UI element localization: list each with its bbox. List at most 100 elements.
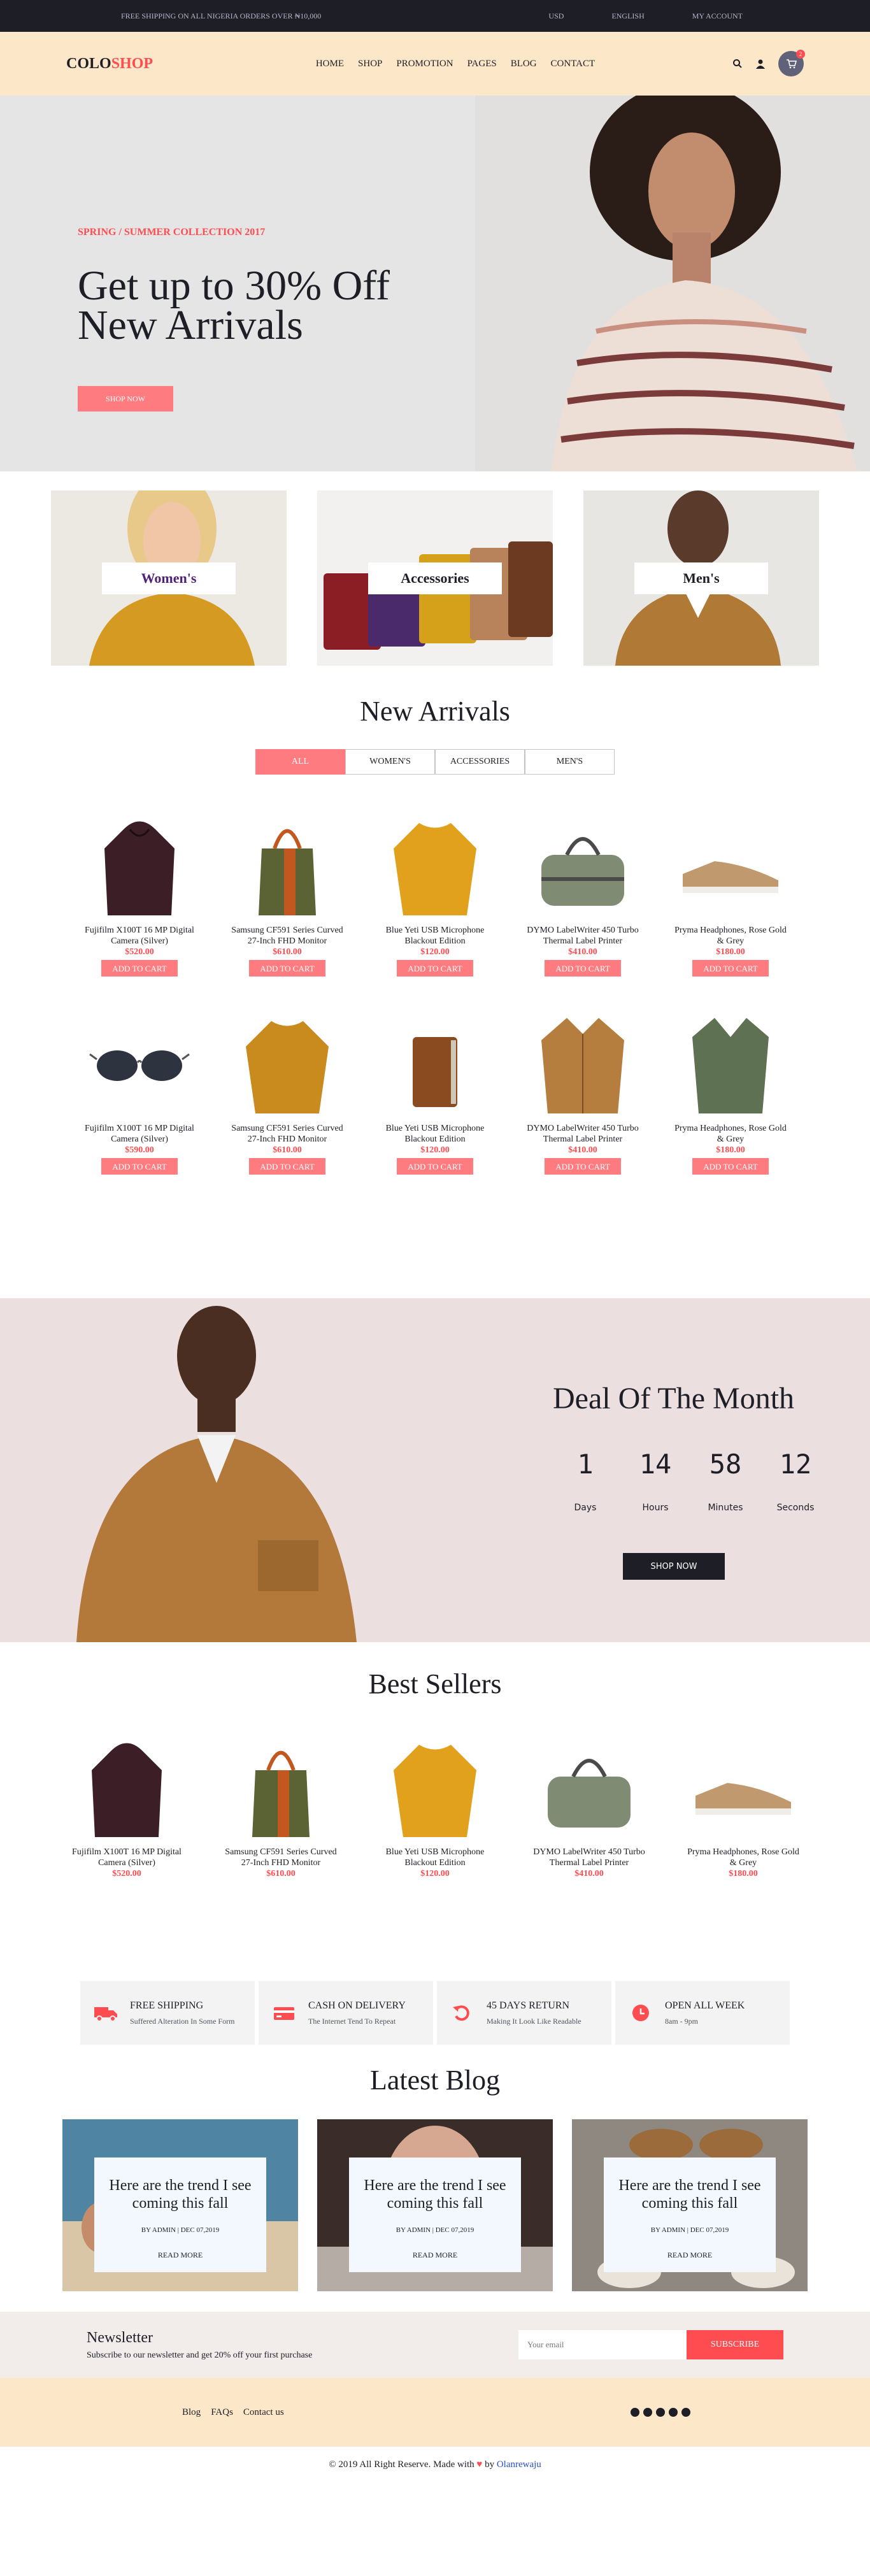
return-icon <box>453 2005 469 2021</box>
deal-shop-now-button[interactable]: SHOP NOW <box>623 1553 725 1580</box>
search-icon[interactable] <box>732 59 743 69</box>
add-to-cart-button[interactable]: ADD TO CART <box>101 1158 178 1175</box>
footer: Blog FAQs Contact us <box>0 2378 870 2447</box>
footer-link-contact[interactable]: Contact us <box>243 2407 284 2418</box>
product-price: $590.00 <box>125 1145 154 1155</box>
timer-hours: 14 Hours <box>620 1449 690 1513</box>
footer-link-faqs[interactable]: FAQs <box>211 2407 233 2418</box>
product-card[interactable]: Samsung CF591 Series Curved 27-Inch FHD … <box>228 1002 346 1175</box>
skype-icon[interactable] <box>669 2408 678 2417</box>
product-price: $520.00 <box>125 947 154 957</box>
tab-mens[interactable]: MEN'S <box>525 749 615 775</box>
product-card[interactable]: Pryma Headphones, Rose Gold & Grey $180.… <box>671 804 790 977</box>
banner-accessories[interactable]: Accessories <box>317 490 553 666</box>
twitter-icon[interactable] <box>643 2408 652 2417</box>
menu-contact[interactable]: CONTACT <box>551 59 595 69</box>
banner-mens[interactable]: Men's <box>583 490 819 666</box>
arrivals-tabs: ALL WOMEN'S ACCESSORIES MEN'S <box>0 749 870 775</box>
hours-label: Hours <box>642 1503 669 1513</box>
product-card[interactable]: Fujifilm X100T 16 MP Digital Camera (Sil… <box>68 1726 186 1879</box>
womens-label: Women's <box>102 562 236 594</box>
product-name: Samsung CF591 Series Curved 27-Inch FHD … <box>231 926 343 946</box>
benefit-item: 45 DAYS RETURN Making It Look Like Readab… <box>437 1981 611 2045</box>
banner-womens[interactable]: Women's <box>51 490 287 666</box>
tab-womens[interactable]: WOMEN'S <box>345 749 435 775</box>
subscribe-button[interactable]: SUBSCRIBE <box>687 2330 783 2359</box>
blog-card[interactable]: Here are the trend I see coming this fal… <box>572 2119 808 2291</box>
product-name: Blue Yeti USB Microphone Blackout Editio… <box>385 926 485 946</box>
product-name: Samsung CF591 Series Curved 27-Inch FHD … <box>231 1124 343 1144</box>
add-to-cart-button[interactable]: ADD TO CART <box>397 960 473 977</box>
product-name: Blue Yeti USB Microphone Blackout Editio… <box>385 1124 485 1144</box>
footer-link-blog[interactable]: Blog <box>182 2407 201 2418</box>
blog-card[interactable]: Here are the trend I see coming this fal… <box>62 2119 298 2291</box>
hero-shop-now-button[interactable]: SHOP NOW <box>78 386 173 411</box>
menu-pages[interactable]: PAGES <box>467 59 497 69</box>
add-to-cart-button[interactable]: ADD TO CART <box>545 960 621 977</box>
duffel-bag-image <box>541 837 624 906</box>
logo-text-b: SHOP <box>111 55 153 72</box>
author-link[interactable]: Olanrewaju <box>497 2459 541 2470</box>
sneaker-image <box>695 1783 791 1815</box>
tab-accessories[interactable]: ACCESSORIES <box>435 749 525 775</box>
sweater-image <box>246 1021 329 1113</box>
top-bar: FREE SHIPPING ON ALL NIGERIA ORDERS OVER… <box>0 0 870 32</box>
card-icon <box>274 2007 294 2020</box>
product-name: Blue Yeti USB Microphone Blackout Editio… <box>385 1847 485 1868</box>
add-to-cart-button[interactable]: ADD TO CART <box>397 1158 473 1175</box>
read-more-link[interactable]: READ MORE <box>94 2250 266 2260</box>
arrivals-row-1: Fujifilm X100T 16 MP Digital Camera (Sil… <box>0 804 870 977</box>
account-link[interactable]: MY ACCOUNT <box>686 11 749 21</box>
menu-blog[interactable]: BLOG <box>511 59 537 69</box>
product-card[interactable]: Pryma Headphones, Rose Gold & Grey $180.… <box>684 1726 802 1879</box>
seconds-label: Seconds <box>776 1503 815 1513</box>
product-price: $520.00 <box>112 1869 141 1878</box>
minutes-value: 58 <box>709 1449 742 1480</box>
bucket-bag-image <box>259 829 316 915</box>
read-more-link[interactable]: READ MORE <box>604 2250 776 2260</box>
currency-selector[interactable]: USD <box>542 11 570 21</box>
add-to-cart-button[interactable]: ADD TO CART <box>249 1158 325 1175</box>
product-card[interactable]: DYMO LabelWriter 450 Turbo Thermal Label… <box>524 1002 642 1175</box>
pinterest-icon[interactable] <box>681 2408 690 2417</box>
product-card[interactable]: Blue Yeti USB Microphone Blackout Editio… <box>376 1726 494 1879</box>
product-card[interactable]: Blue Yeti USB Microphone Blackout Editio… <box>376 1002 494 1175</box>
menu-home[interactable]: HOME <box>316 59 344 69</box>
product-card[interactable]: DYMO LabelWriter 450 Turbo Thermal Label… <box>530 1726 648 1879</box>
language-selector[interactable]: ENGLISH <box>605 11 650 21</box>
category-banners: Women's Accessories Men's <box>0 490 870 666</box>
read-more-link[interactable]: READ MORE <box>349 2250 521 2260</box>
cardigan-image <box>692 1018 769 1113</box>
facebook-icon[interactable] <box>631 2408 639 2417</box>
product-card[interactable]: Fujifilm X100T 16 MP Digital Camera (Sil… <box>80 804 199 977</box>
main-navbar: COLOSHOP HOME SHOP PROMOTION PAGES BLOG … <box>0 32 870 96</box>
add-to-cart-button[interactable]: ADD TO CART <box>101 960 178 977</box>
add-to-cart-button[interactable]: ADD TO CART <box>692 1158 769 1175</box>
tab-all[interactable]: ALL <box>255 749 345 775</box>
blog-card[interactable]: Here are the trend I see coming this fal… <box>317 2119 553 2291</box>
product-card[interactable]: Pryma Headphones, Rose Gold & Grey $180.… <box>671 1002 790 1175</box>
product-card[interactable]: Samsung CF591 Series Curved 27-Inch FHD … <box>228 804 346 977</box>
user-icon[interactable] <box>755 59 766 69</box>
add-to-cart-button[interactable]: ADD TO CART <box>692 960 769 977</box>
product-card[interactable]: DYMO LabelWriter 450 Turbo Thermal Label… <box>524 804 642 977</box>
cart-button[interactable]: 2 <box>778 50 805 76</box>
product-card[interactable]: Blue Yeti USB Microphone Blackout Editio… <box>376 804 494 977</box>
top-bar-right: USD ENGLISH MY ACCOUNT <box>542 11 749 21</box>
instagram-icon[interactable] <box>656 2408 665 2417</box>
benefit-text: Making It Look Like Readable <box>487 2016 581 2026</box>
add-to-cart-button[interactable]: ADD TO CART <box>545 1158 621 1175</box>
countdown-timer: 1 Days 14 Hours 58 Minutes 12 Seconds <box>550 1449 831 1513</box>
product-card[interactable]: Fujifilm X100T 16 MP Digital Camera (Sil… <box>80 1002 199 1175</box>
email-input[interactable]: Your email <box>518 2330 687 2359</box>
hero-model-image <box>475 96 870 471</box>
add-to-cart-button[interactable]: ADD TO CART <box>249 960 325 977</box>
newsletter-section: Newsletter Subscribe to our newsletter a… <box>0 2312 870 2378</box>
menu-shop[interactable]: SHOP <box>358 59 382 69</box>
footer-links: Blog FAQs Contact us <box>182 2407 284 2418</box>
product-card[interactable]: Samsung CF591 Series Curved 27-Inch FHD … <box>222 1726 340 1879</box>
product-price: $610.00 <box>273 947 302 957</box>
copyright-by: by <box>485 2459 495 2470</box>
site-logo[interactable]: COLOSHOP <box>66 55 153 73</box>
menu-promotion[interactable]: PROMOTION <box>396 59 453 69</box>
